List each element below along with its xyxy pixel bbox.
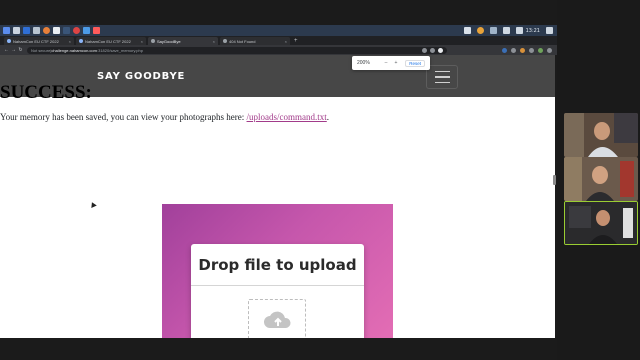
network-icon[interactable]	[489, 27, 497, 34]
volume-icon[interactable]	[502, 27, 510, 34]
address-bar[interactable]: Not secure | challenge.nahamcon.com :318…	[27, 46, 447, 54]
folder-icon[interactable]	[33, 27, 40, 34]
extensions-puzzle-icon[interactable]	[529, 47, 534, 53]
clock[interactable]: 13:21	[526, 28, 540, 34]
share-icon[interactable]	[430, 47, 435, 53]
participant-video-tile-active[interactable]	[564, 201, 638, 245]
tab-nahamcon-1[interactable]: NahamCon EU CTF 2022 ×	[4, 37, 74, 45]
tab-nahamcon-2[interactable]: NahamCon EU CTF 2022 ×	[76, 37, 146, 45]
os-taskbar: 13:21	[0, 25, 557, 36]
success-heading: SUCCESS:	[0, 82, 92, 103]
extension-icon[interactable]	[502, 47, 507, 53]
memory-saved-message: Your memory has been saved, you can view…	[0, 112, 329, 122]
panel-resize-handle[interactable]	[553, 175, 556, 185]
kebab-menu-icon[interactable]	[547, 47, 552, 53]
divider	[191, 285, 364, 286]
participant-video-frame	[564, 113, 638, 157]
terminal-icon[interactable]	[53, 27, 60, 34]
mouse-cursor-icon	[89, 200, 97, 209]
upload-panel: Drop file to upload	[162, 204, 393, 338]
tab-favicon-icon	[151, 39, 155, 43]
tab-label: NahamCon EU CTF 2022	[85, 38, 131, 44]
browser-toolbar: ← → ↻ Not secure | challenge.nahamcon.co…	[0, 45, 557, 55]
uploads-link[interactable]: /uploads/command.txt	[247, 112, 327, 122]
cloud-upload-icon	[264, 311, 291, 328]
web-page: SAY GOODBYE SUCCESS: Your memory has bee…	[0, 55, 555, 338]
app-icon[interactable]	[83, 27, 90, 34]
screen: 13:21 NahamCon EU CTF 2022 × NahamCon EU…	[0, 0, 640, 360]
tab-favicon-icon	[7, 39, 11, 43]
extension-icon[interactable]	[520, 47, 525, 53]
participant-video-tile[interactable]	[564, 157, 638, 201]
participant-video-tile[interactable]	[564, 113, 638, 157]
files-icon[interactable]	[23, 27, 30, 34]
memory-message-text: Your memory has been saved, you can view…	[0, 112, 247, 122]
zoom-reset-button[interactable]: Reset	[405, 59, 425, 67]
tab-saygoodbye[interactable]: SayGoodBye ×	[148, 37, 218, 45]
not-secure-label: Not secure	[31, 47, 51, 53]
zoom-popup: 200% – + Reset	[352, 56, 430, 70]
back-icon[interactable]: ←	[3, 47, 10, 53]
recording-icon[interactable]	[93, 27, 100, 34]
power-icon[interactable]	[546, 27, 553, 34]
forward-icon[interactable]: →	[10, 47, 17, 53]
close-icon[interactable]: ×	[69, 39, 71, 44]
tab-label: 404 Not Found	[229, 38, 256, 44]
hamburger-bar	[434, 76, 450, 78]
hamburger-bar	[434, 81, 450, 84]
tab-404[interactable]: 404 Not Found ×	[220, 37, 290, 45]
upload-card[interactable]: Drop file to upload	[191, 244, 364, 338]
tab-label: NahamCon EU CTF 2022	[13, 38, 59, 44]
chrome-icon[interactable]	[73, 27, 80, 34]
new-tab-button[interactable]: +	[294, 37, 298, 45]
close-icon[interactable]: ×	[285, 39, 287, 44]
participant-video-frame	[564, 157, 638, 201]
tab-favicon-icon	[223, 39, 227, 43]
tab-label: SayGoodBye	[157, 38, 181, 44]
window-icon[interactable]	[13, 27, 20, 34]
battery-icon[interactable]	[515, 27, 523, 34]
zoom-out-button[interactable]: –	[381, 60, 391, 66]
tab-favicon-icon	[79, 39, 83, 43]
bookmark-star-icon[interactable]	[438, 47, 443, 53]
firefox-icon[interactable]	[43, 27, 50, 34]
start-menu-icon[interactable]	[3, 27, 10, 34]
workspace-icon[interactable]	[63, 27, 70, 34]
address-path: :31820/save_memory.php	[96, 47, 143, 53]
tray-icon[interactable]	[463, 27, 471, 34]
reload-icon[interactable]: ↻	[17, 47, 24, 53]
profile-avatar-icon[interactable]	[538, 47, 543, 53]
hamburger-bar	[434, 70, 450, 73]
close-icon[interactable]: ×	[141, 39, 143, 44]
browser-tab-strip: NahamCon EU CTF 2022 × NahamCon EU CTF 2…	[0, 36, 557, 45]
participant-video-frame	[565, 202, 637, 244]
zoom-in-button[interactable]: +	[391, 60, 401, 66]
address-host: challenge.nahamcon.com	[51, 47, 97, 53]
memory-message-period: .	[326, 112, 330, 122]
video-participants-panel	[557, 0, 640, 360]
zoom-icon[interactable]	[422, 47, 427, 53]
extension-icon[interactable]	[511, 47, 516, 53]
hamburger-menu-button[interactable]	[426, 65, 458, 89]
site-brand[interactable]: SAY GOODBYE	[97, 71, 185, 82]
file-drop-zone[interactable]	[248, 299, 306, 338]
tray-app-icon[interactable]	[476, 27, 484, 34]
zoom-level: 200%	[357, 60, 370, 66]
close-icon[interactable]: ×	[213, 39, 215, 44]
drop-file-title: Drop file to upload	[198, 256, 357, 274]
